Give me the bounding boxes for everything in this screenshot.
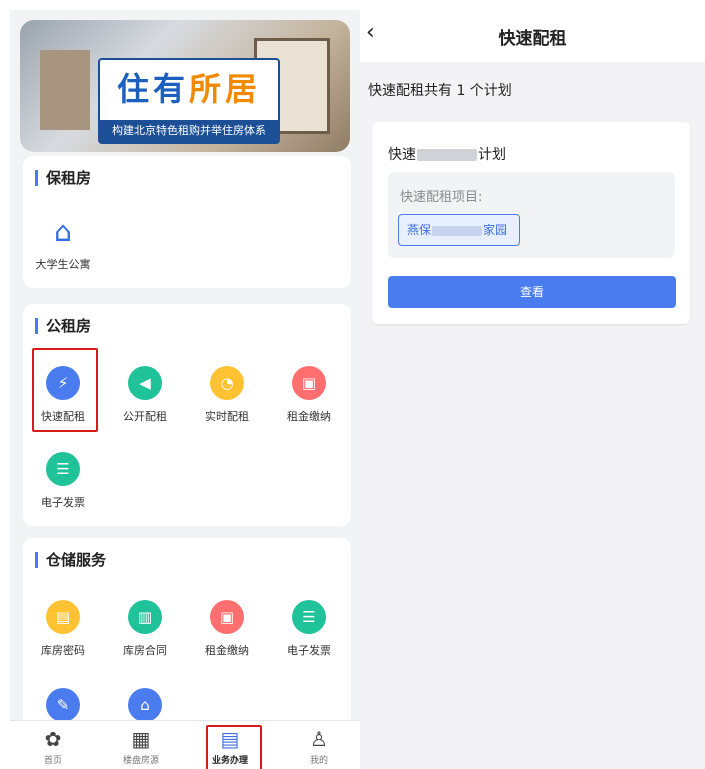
app-label: 大学生公寓	[35, 258, 91, 271]
tab-label: 首页	[43, 756, 62, 766]
app-label: 公开配租	[123, 410, 167, 423]
app-label: 电子发票	[287, 644, 331, 657]
tab-listings[interactable]: ▦ 楼盘房源	[106, 727, 176, 766]
right-panel: ‹ 快速配租 快速配租共有 1 个计划 快速 计划 快速配租项目: 燕保 家园 查看	[360, 10, 705, 769]
home-icon: ⌂	[128, 688, 162, 722]
app-storage-contract[interactable]: ▥ 库房合同	[105, 600, 185, 658]
edit-icon: ✎	[46, 688, 80, 722]
plan-summary: 快速配租共有 1 个计划	[368, 83, 512, 99]
section-card-baozufang: 保租房 ⌂ 大学生公寓	[23, 156, 351, 288]
highlight-box-quick-rent	[32, 348, 98, 432]
banner-title-part2: 所居	[189, 70, 262, 108]
project-box: 快速配租项目: 燕保 家园	[388, 172, 675, 258]
app-e-invoice[interactable]: ☰ 电子发票	[23, 452, 103, 510]
app-storage-e-invoice[interactable]: ☰ 电子发票	[269, 600, 349, 658]
banner-subtitle: 构建北京特色租购并举住房体系	[100, 120, 278, 142]
app-label: 电子发票	[41, 496, 85, 509]
app-rent-payment[interactable]: ▣ 租金缴纳	[269, 366, 349, 424]
project-tag-prefix: 燕保	[407, 223, 432, 237]
user-icon: ♙	[310, 727, 328, 751]
left-panel: 住有所居 构建北京特色租购并举住房体系 保租房 ⌂ 大学生公寓 公租房 ⚡ 快速…	[10, 10, 360, 769]
plan-name-prefix: 快速	[388, 147, 416, 163]
plan-name: 快速 计划	[388, 144, 506, 164]
section-title: 公租房	[35, 318, 91, 334]
tab-label: 楼盘房源	[122, 756, 159, 766]
plan-name-suffix: 计划	[478, 147, 506, 163]
banner-title: 住有所居	[100, 64, 278, 110]
page-title: 快速配租	[498, 29, 567, 49]
section-card-gongzufang: 公租房 ⚡ 快速配租 ◀ 公开配租 ◔ 实时配租 ▣ 租金缴纳 ☰ 电子发票	[23, 304, 351, 526]
banner-door-decoration	[40, 50, 90, 130]
plan-card: 快速 计划 快速配租项目: 燕保 家园 查看	[372, 122, 690, 324]
clock-icon: ◔	[210, 366, 244, 400]
section-card-storage: 仓储服务 ▤ 库房密码 ▥ 库房合同 ▣ 租金缴纳 ☰ 电子发票 ✎ ⌂	[23, 538, 351, 738]
tab-label: 我的	[309, 756, 328, 766]
app-home[interactable]: ⌂	[105, 688, 185, 722]
app-label: 实时配租	[205, 410, 249, 423]
wallet-icon: ▣	[292, 366, 326, 400]
project-tag[interactable]: 燕保 家园	[398, 214, 520, 246]
highlight-box-business-tab	[206, 725, 262, 769]
app-label: 库房合同	[123, 644, 167, 657]
app-label: 库房密码	[41, 644, 85, 657]
banner[interactable]: 住有所居 构建北京特色租购并举住房体系	[20, 20, 350, 152]
top-bar: ‹ 快速配租	[360, 10, 705, 62]
redacted-text	[432, 225, 483, 236]
banner-board: 住有所居 构建北京特色租购并举住房体系	[98, 58, 280, 144]
bottom-tab-bar: ✿ 首页 ▦ 楼盘房源 ▤ 业务办理 ♙ 我的	[10, 720, 360, 769]
app-storage-password[interactable]: ▤ 库房密码	[23, 600, 103, 658]
app-realtime-rent[interactable]: ◔ 实时配租	[187, 366, 267, 424]
view-button[interactable]: 查看	[388, 276, 676, 308]
house-key-icon: ⌂	[54, 214, 72, 248]
invoice-icon: ☰	[46, 452, 80, 486]
section-title: 保租房	[35, 170, 91, 186]
invoice-icon: ☰	[292, 600, 326, 634]
tab-home[interactable]: ✿ 首页	[18, 727, 88, 766]
app-edit[interactable]: ✎	[23, 688, 103, 722]
section-title: 仓储服务	[35, 552, 106, 568]
app-open-rent[interactable]: ◀ 公开配租	[105, 366, 185, 424]
app-dxsgy[interactable]: ⌂ 大学生公寓	[23, 214, 103, 272]
tab-mine[interactable]: ♙ 我的	[284, 727, 354, 766]
project-label: 快速配租项目:	[400, 190, 483, 205]
app-label: 租金缴纳	[205, 644, 249, 657]
project-tag-suffix: 家园	[483, 223, 508, 237]
megaphone-icon: ◀	[128, 366, 162, 400]
banner-title-part1: 住有	[116, 70, 189, 108]
home-logo-icon: ✿	[44, 727, 62, 751]
app-storage-rent-payment[interactable]: ▣ 租金缴纳	[187, 600, 267, 658]
contract-icon: ▥	[128, 600, 162, 634]
building-icon: ▦	[131, 727, 151, 751]
lock-folder-icon: ▤	[46, 600, 80, 634]
wallet-icon: ▣	[210, 600, 244, 634]
app-label: 租金缴纳	[287, 410, 331, 423]
redacted-text	[417, 149, 477, 161]
